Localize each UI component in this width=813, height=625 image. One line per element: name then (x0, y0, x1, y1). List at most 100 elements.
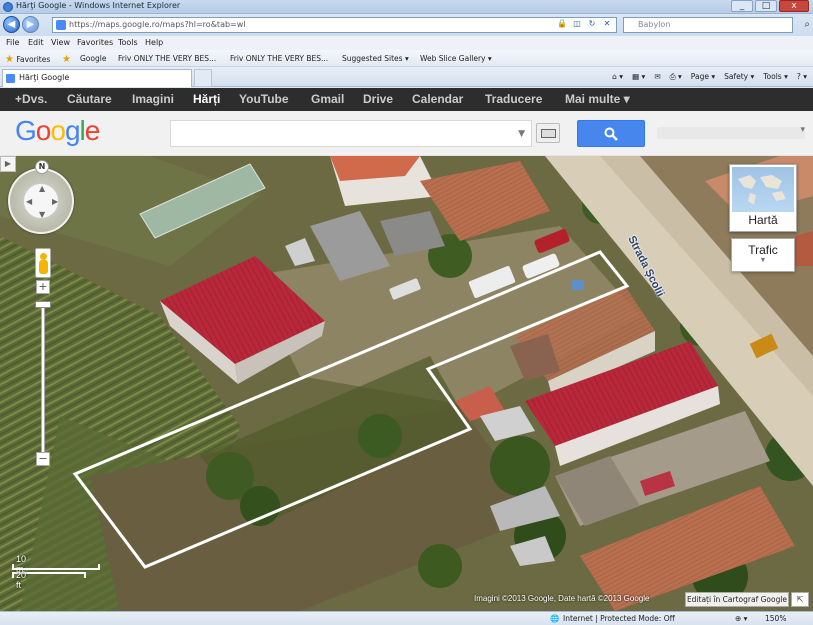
feeds-icon[interactable]: ▦ ▾ (632, 72, 645, 82)
help-icon[interactable]: ? ▾ (797, 72, 807, 82)
minimize-button[interactable]: _ (731, 0, 753, 12)
search-icon[interactable]: ⌕ (804, 18, 810, 32)
expand-icon[interactable]: ⇱ (791, 592, 809, 607)
add-favorite-icon[interactable]: ★ (62, 54, 71, 65)
google-favicon (6, 74, 15, 83)
zoom-out-button[interactable]: − (36, 452, 50, 466)
window-title-bar: Hărţi Google - Windows Internet Explorer… (0, 0, 813, 14)
maximize-button[interactable]: □ (755, 0, 777, 12)
zoom-slider-thumb[interactable] (35, 301, 51, 308)
menu-edit[interactable]: Edit (28, 38, 44, 47)
home-icon[interactable]: ⌂ ▾ (612, 72, 623, 82)
pan-left-icon[interactable]: ◀ (26, 197, 32, 206)
gbar-youtube[interactable]: YouTube (239, 92, 289, 106)
edit-in-map-maker-button[interactable]: Editați în Cartograf Google (685, 592, 789, 607)
pan-control[interactable]: ▲ ▼ ◀ ▶ (8, 168, 74, 234)
tab-harti-google[interactable]: Hărţi Google (2, 69, 192, 87)
favorites-button[interactable]: ★ Favorites (5, 54, 50, 65)
gbar-drive[interactable]: Drive (363, 92, 393, 106)
search-button[interactable] (577, 120, 645, 147)
cmd-page[interactable]: Page ▾ (691, 72, 715, 82)
google-navigation-bar: +Dvs. Căutare Imagini Hărți YouTube Gmai… (0, 88, 813, 111)
star-icon: ★ (5, 54, 14, 65)
zoom-slider-track[interactable] (41, 306, 45, 456)
maps-search-input[interactable]: ▼ (170, 120, 532, 147)
zoom-in-button[interactable]: + (36, 280, 50, 294)
fav-item-web-slice-gallery[interactable]: Web Slice Gallery ▾ (420, 54, 492, 63)
gbar-maps[interactable]: Hărți (193, 92, 220, 106)
map-type-thumbnail (732, 167, 794, 212)
world-map-icon (738, 175, 786, 205)
close-button[interactable]: x (779, 0, 809, 12)
address-url: https://maps.google.ro/maps?hl=ro&tab=wl (69, 20, 246, 29)
search-input[interactable]: Babylon ⌕ (623, 17, 810, 33)
chevron-down-icon: ▼ (759, 257, 767, 264)
compatibility-view-icon[interactable]: ◫ (571, 18, 583, 30)
fav-item-friv-1[interactable]: Friv ONLY THE VERY BES... (118, 54, 216, 63)
menu-favorites[interactable]: Favorites (77, 38, 113, 47)
map-canvas[interactable]: Strada Școlii ▶ ▲ ▼ ◀ ▶ N + − Hartă Traf… (0, 156, 813, 611)
compass-north-icon[interactable]: N (35, 160, 49, 174)
gbar-calendar[interactable]: Calendar (412, 92, 463, 106)
search-placeholder: Babylon (638, 20, 671, 29)
menu-view[interactable]: View (51, 38, 70, 47)
fav-item-google[interactable]: Google (80, 54, 106, 63)
cmd-tools[interactable]: Tools ▾ (763, 72, 788, 82)
gbar-search[interactable]: Căutare (67, 92, 112, 106)
account-area[interactable] (657, 125, 805, 139)
fav-item-suggested-sites[interactable]: Suggested Sites ▾ (342, 54, 409, 63)
traffic-label: Trafic (748, 243, 778, 257)
pan-right-icon[interactable]: ▶ (52, 197, 58, 206)
stop-icon[interactable]: ✕ (601, 18, 613, 30)
gbar-gmail[interactable]: Gmail (311, 92, 344, 106)
mail-icon[interactable]: ✉ (654, 72, 660, 82)
address-toolbar: ◀ ▶ https://maps.google.ro/maps?hl=ro&ta… (0, 14, 813, 36)
forward-button[interactable]: ▶ (22, 16, 39, 33)
favorites-bar: ★ Favorites ★ Google Friv ONLY THE VERY … (0, 50, 813, 67)
zoom-level[interactable]: 150% (765, 614, 786, 623)
menu-bar: File Edit View Favorites Tools Help (0, 36, 813, 50)
gbar-more[interactable]: Mai multe ▾ (565, 92, 630, 106)
google-header: Google ▼ (0, 111, 813, 156)
gbar-images[interactable]: Imagini (132, 92, 174, 106)
traffic-layer-button[interactable]: Trafic ▼ (731, 238, 795, 272)
refresh-icon[interactable]: ↻ (586, 18, 598, 30)
search-icon (604, 127, 618, 141)
map-type-label: Hartă (748, 213, 778, 227)
google-favicon (56, 20, 66, 30)
zoom-icon[interactable]: ⊕ ▾ (735, 614, 747, 623)
menu-help[interactable]: Help (145, 38, 163, 47)
scale-imperial: 20 ft (16, 570, 27, 590)
google-logo[interactable]: Google (15, 115, 100, 147)
globe-icon: 🌐 (550, 614, 560, 623)
print-icon[interactable]: ⎙ ▾ (670, 72, 682, 82)
lock-icon[interactable]: 🔒 (556, 18, 568, 30)
map-type-control[interactable]: Hartă (729, 164, 797, 232)
map-copyright: Imagini ©2013 Google, Date hartă ©2013 G… (474, 594, 650, 603)
street-view-pegman-icon[interactable] (35, 248, 51, 278)
collapse-panel-button[interactable]: ▶ (0, 156, 16, 172)
internet-explorer-icon (3, 2, 13, 12)
new-tab-button[interactable] (194, 69, 212, 87)
gbar-translate[interactable]: Traducere (485, 92, 542, 106)
address-icons: 🔒 ◫ ↻ ✕ (556, 18, 613, 30)
status-bar: 🌐 Internet | Protected Mode: Off ⊕ ▾ 150… (0, 611, 813, 625)
fav-item-friv-2[interactable]: Friv ONLY THE VERY BES... (230, 54, 328, 63)
security-zone: Internet | Protected Mode: Off (563, 614, 675, 623)
gbar-plus[interactable]: +Dvs. (15, 92, 47, 106)
window-controls: _ □ x (731, 0, 809, 12)
command-bar: ⌂ ▾ ▦ ▾ ✉ ⎙ ▾ Page ▾ Safety ▾ Tools ▾ ? … (612, 72, 807, 82)
menu-file[interactable]: File (6, 38, 19, 47)
keyboard-icon[interactable] (536, 123, 560, 143)
chevron-down-icon[interactable]: ▼ (518, 129, 525, 139)
cmd-safety[interactable]: Safety ▾ (724, 72, 754, 82)
window-title: Hărţi Google - Windows Internet Explorer (16, 1, 181, 10)
pan-down-icon[interactable]: ▼ (39, 210, 45, 219)
back-button[interactable]: ◀ (3, 16, 20, 33)
address-bar[interactable]: https://maps.google.ro/maps?hl=ro&tab=wl (52, 17, 617, 33)
menu-tools[interactable]: Tools (118, 38, 138, 47)
satellite-imagery (0, 156, 813, 611)
pan-up-icon[interactable]: ▲ (39, 184, 45, 193)
tab-bar: Hărţi Google ⌂ ▾ ▦ ▾ ✉ ⎙ ▾ Page ▾ Safety… (0, 67, 813, 87)
tab-label: Hărţi Google (19, 73, 70, 82)
